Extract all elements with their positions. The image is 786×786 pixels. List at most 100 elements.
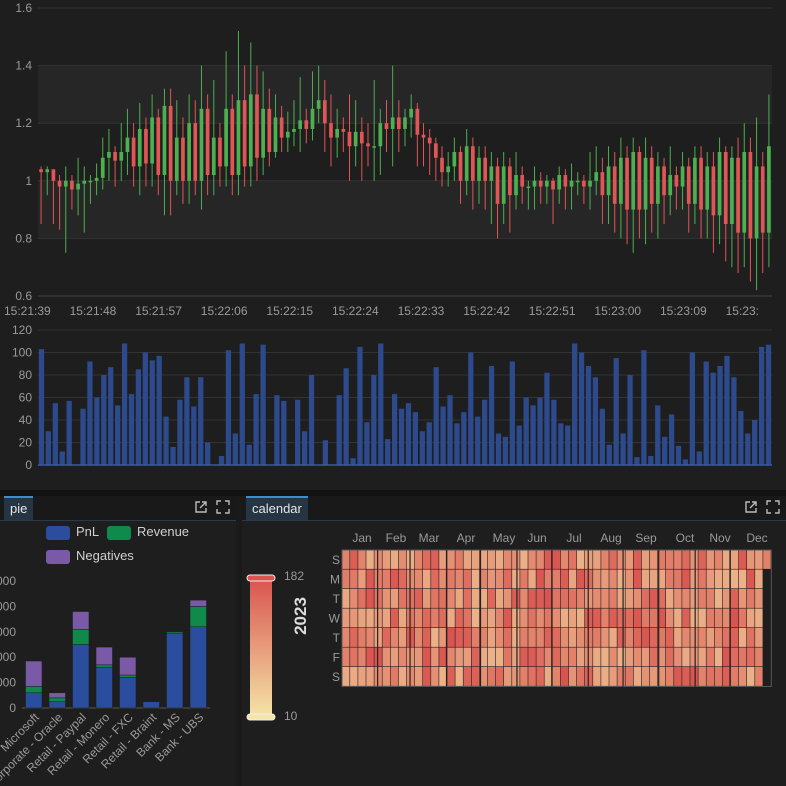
calendar-day-cell xyxy=(455,550,463,569)
calendar-day-cell xyxy=(552,569,561,589)
calendar-day-cell xyxy=(552,647,561,667)
candle-body xyxy=(452,152,457,167)
calendar-day-cell xyxy=(690,608,698,628)
calendar-day-cell xyxy=(722,550,731,569)
calendar-day-cell xyxy=(649,550,658,569)
calendar-day-cell xyxy=(722,647,731,667)
candle-body xyxy=(606,166,611,196)
calendar-day-cell xyxy=(447,569,455,589)
calendar-day-cell xyxy=(342,667,350,686)
y-tick-label: 1 xyxy=(25,174,32,188)
candle-body xyxy=(396,117,401,129)
y-tick-label: 0.6 xyxy=(15,289,32,303)
calendar-day-cell xyxy=(755,569,763,589)
volume-bar xyxy=(703,361,709,465)
calendar-day-cell xyxy=(690,589,698,608)
calendar-day-cell xyxy=(690,569,698,589)
calendar-day-cell xyxy=(706,569,714,589)
calendar-day-cell xyxy=(544,628,552,647)
calendar-day-cell xyxy=(666,628,674,647)
calendar-day-cell xyxy=(536,667,544,686)
candle-body xyxy=(366,143,370,147)
calendar-day-cell xyxy=(471,667,480,686)
calendar-day-cell xyxy=(666,608,674,628)
calendar-day-cell xyxy=(342,647,350,667)
month-label: Jan xyxy=(352,531,371,545)
calendar-day-cell xyxy=(609,628,617,647)
calendar-day-cell xyxy=(682,550,690,569)
calendar-day-cell xyxy=(747,667,755,686)
volume-bar xyxy=(391,394,398,465)
calendar-day-cell xyxy=(738,569,747,589)
candle-body xyxy=(94,177,99,181)
calendar-day-cell xyxy=(730,667,739,686)
tab-calendar[interactable]: calendar xyxy=(246,496,308,520)
calendar-day-cell xyxy=(568,589,577,608)
volume-bar xyxy=(641,350,647,465)
calendar-day-cell xyxy=(722,667,731,686)
volume-bar xyxy=(59,451,65,465)
candle-body xyxy=(51,169,56,181)
volume-bar xyxy=(322,440,328,465)
x-tick-label: 15:23: xyxy=(726,304,759,318)
calendar-day-cell xyxy=(730,550,739,569)
stacked-bar-segment xyxy=(166,632,184,709)
calendar-day-cell xyxy=(560,628,569,647)
calendar-day-cell xyxy=(649,628,658,647)
calendar-day-cell xyxy=(520,550,528,569)
calendar-day-cell xyxy=(528,589,536,608)
candle-body xyxy=(45,169,50,173)
calendar-day-cell xyxy=(471,550,480,569)
calendar-day-cell xyxy=(520,569,528,589)
calendar-day-cell xyxy=(552,667,561,686)
calendar-day-cell xyxy=(552,628,561,647)
stacked-bar-segment xyxy=(189,606,207,628)
calendar-day-cell xyxy=(593,550,601,569)
volume-bar xyxy=(184,377,190,465)
month-label: Oct xyxy=(676,531,695,545)
calendar-day-cell xyxy=(463,608,471,628)
calendar-day-cell xyxy=(382,628,390,647)
scale-min-label: 10 xyxy=(284,709,298,723)
calendar-day-cell xyxy=(536,589,544,608)
calendar-day-cell xyxy=(528,628,536,647)
calendar-day-cell xyxy=(504,589,512,608)
volume-bar xyxy=(163,416,169,465)
candle-body xyxy=(205,108,210,176)
popout-icon[interactable] xyxy=(744,500,758,514)
calendar-day-cell xyxy=(358,667,366,686)
maximize-icon[interactable] xyxy=(766,500,780,514)
volume-bar xyxy=(253,394,259,465)
calendar-day-cell xyxy=(560,667,569,686)
calendar-day-cell xyxy=(439,667,447,686)
price-band xyxy=(38,180,772,239)
stacked-bar-segment xyxy=(119,677,137,709)
candle-body xyxy=(298,120,302,129)
calendar-day-cell xyxy=(593,667,601,686)
calendar-day-cell xyxy=(455,628,463,647)
calendar-day-cell xyxy=(487,647,496,667)
volume-bar xyxy=(336,395,342,465)
calendar-day-cell xyxy=(625,569,633,589)
calendar-day-cell xyxy=(576,589,585,608)
calendar-day-cell xyxy=(471,628,480,647)
calendar-day-cell xyxy=(414,647,423,667)
calendar-day-cell xyxy=(423,550,431,569)
calendar-day-cell xyxy=(544,589,552,608)
calendar-day-cell xyxy=(447,589,455,608)
candle-body xyxy=(113,152,117,161)
calendar-day-cell xyxy=(366,589,374,608)
calendar-day-cell xyxy=(674,569,682,589)
weekday-label: S xyxy=(332,670,340,684)
candle-body xyxy=(390,117,395,129)
volume-bar xyxy=(482,399,488,465)
calendar-day-cell xyxy=(576,608,585,628)
volume-bar xyxy=(731,377,737,465)
calendar-day-cell xyxy=(690,667,698,686)
calendar-day-cell xyxy=(504,647,512,667)
candle-body xyxy=(705,166,710,210)
month-label: Sep xyxy=(635,531,657,545)
calendar-day-cell xyxy=(536,647,544,667)
month-label: Jun xyxy=(527,531,546,545)
volume-bar xyxy=(710,372,716,465)
